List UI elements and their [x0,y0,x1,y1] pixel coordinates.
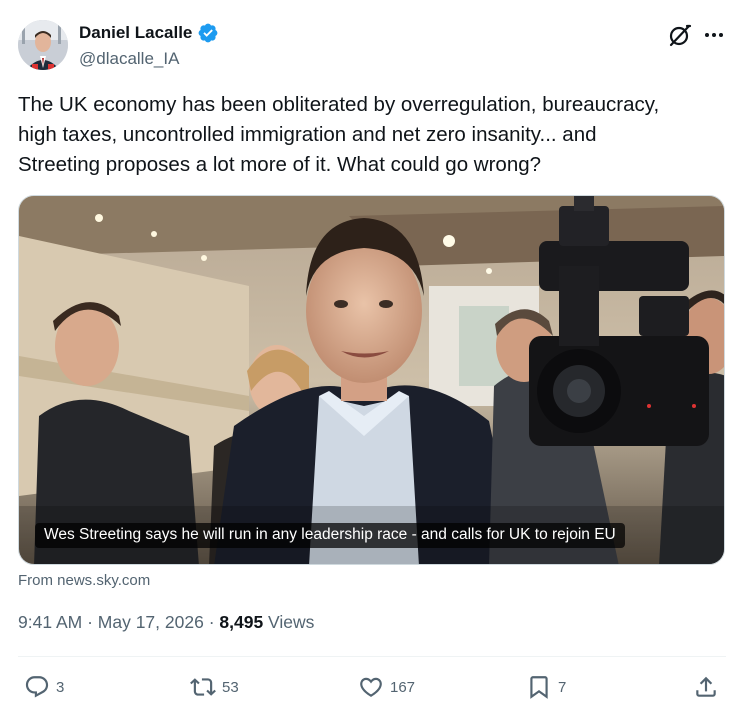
like-button[interactable]: 167 [358,673,415,701]
more-icon[interactable] [702,22,726,48]
tweet-date[interactable]: May 17, 2026 [98,612,204,632]
grok-icon[interactable] [667,22,693,48]
views-label: Views [263,612,315,632]
card-title[interactable]: Wes Streeting says he will run in any le… [35,523,625,548]
link-card[interactable]: Wes Streeting says he will run in any le… [18,195,725,565]
bookmark-count: 7 [558,678,567,696]
reply-button[interactable]: 3 [24,673,64,701]
views-count: 8,495 [219,612,264,632]
verified-badge-icon [197,22,219,44]
repost-count: 53 [222,678,239,696]
like-count: 167 [390,678,416,696]
author-name-row[interactable]: Daniel Lacalle [79,22,219,44]
meta-separator: · [203,612,220,632]
card-source[interactable]: From news.sky.com [18,572,150,589]
bookmark-icon [526,674,552,700]
bookmark-button[interactable]: 7 [526,673,566,701]
reply-icon [24,674,50,700]
avatar[interactable] [18,20,68,70]
card-image [19,196,724,564]
tweet-time[interactable]: 9:41 AM [18,612,82,632]
tweet: Daniel Lacalle @dlacalle_IA The UK econo… [0,0,746,719]
tweet-text: The UK economy has been obliterated by o… [18,93,660,176]
display-name[interactable]: Daniel Lacalle [79,23,192,43]
repost-button[interactable]: 53 [190,673,239,701]
author-handle[interactable]: @dlacalle_IA [79,49,179,69]
meta-separator: · [82,612,98,632]
tweet-meta: 9:41 AM · May 17, 2026 · 8,495 Views [18,612,314,633]
share-icon [693,674,719,700]
share-button[interactable] [693,673,719,701]
like-icon [358,674,384,700]
repost-icon [190,674,216,700]
reply-count: 3 [56,678,65,696]
divider [18,656,726,657]
